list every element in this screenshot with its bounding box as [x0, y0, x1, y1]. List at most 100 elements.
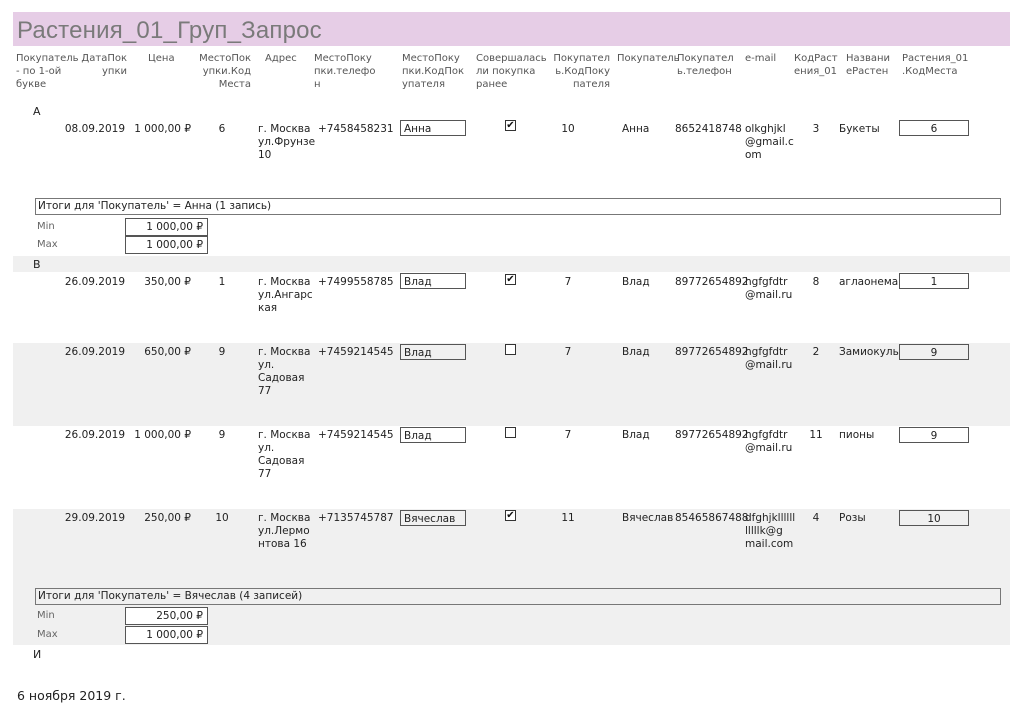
- price-cell: 350,00 ₽: [144, 276, 191, 288]
- group-letter-b: В: [33, 258, 41, 271]
- date-cell: 08.09.2019: [64, 123, 125, 135]
- min-value-box[interactable]: 250,00 ₽: [125, 607, 208, 625]
- group-band-b: [13, 256, 1010, 272]
- prev-purchase-checkbox[interactable]: ✔: [505, 510, 516, 521]
- header-group: Покупатель - по 1-ой букве: [16, 53, 79, 90]
- buyer-code-cell: 7: [564, 276, 572, 288]
- header-address: Адрес: [265, 53, 297, 64]
- min-value-box[interactable]: 1 000,00 ₽: [125, 218, 208, 236]
- header-plant-place: Растения_01 .КодМеста: [902, 53, 969, 77]
- plant-code-cell: 4: [812, 512, 820, 524]
- date-cell: 26.09.2019: [64, 346, 125, 358]
- header-buyer: Покупатель: [617, 53, 680, 64]
- buyer-cell: Анна: [622, 123, 650, 135]
- max-label: Max: [37, 629, 58, 640]
- buyer-cell: Влад: [622, 429, 650, 441]
- email-cell: hgfgfdtr @mail.ru: [745, 346, 793, 371]
- place-phone-cell: +7499558785: [318, 276, 394, 288]
- plant-code-cell: 8: [812, 276, 820, 288]
- price-cell: 1 000,00 ₽: [134, 429, 191, 441]
- min-label: Min: [37, 610, 55, 621]
- email-cell: hgfgfdtr @mail.ru: [745, 429, 793, 454]
- place-code-cell: 9: [218, 346, 226, 358]
- header-email: e-mail: [745, 53, 777, 64]
- buyer-phone-cell: 89772654892: [675, 429, 749, 441]
- price-cell: 1 000,00 ₽: [134, 123, 191, 135]
- place-buyer-field[interactable]: Вячеслав: [400, 510, 466, 526]
- email-cell: hgfgfdtr @mail.ru: [745, 276, 793, 301]
- prev-purchase-checkbox[interactable]: [505, 344, 516, 355]
- buyer-code-cell: 10: [561, 123, 575, 135]
- plant-name-cell: пионы: [839, 429, 875, 441]
- prev-purchase-checkbox[interactable]: ✔: [505, 274, 516, 285]
- plant-place-field[interactable]: 9: [899, 344, 969, 360]
- buyer-code-cell: 7: [564, 346, 572, 358]
- buyer-cell: Влад: [622, 276, 650, 288]
- date-cell: 26.09.2019: [64, 429, 125, 441]
- buyer-code-cell: 11: [561, 512, 575, 524]
- place-buyer-field[interactable]: Влад: [400, 273, 466, 289]
- group-letter-a: А: [33, 105, 41, 118]
- report-date: 6 ноября 2019 г.: [17, 688, 126, 703]
- header-price: Цена: [148, 53, 175, 64]
- plant-place-field[interactable]: 9: [899, 427, 969, 443]
- place-buyer-field[interactable]: Влад: [400, 344, 466, 360]
- buyer-phone-cell: 85465867488: [675, 512, 749, 524]
- report-header: Растения_01_Груп_Запрос: [13, 12, 1010, 46]
- email-cell: dfghjkllllll lllllk@g mail.com: [745, 512, 796, 550]
- header-place-phone: МестоПоку пки.телефо н: [314, 53, 376, 90]
- address-cell: г. Москва ул. Садовая 77: [258, 429, 311, 480]
- buyer-code-cell: 7: [564, 429, 572, 441]
- report-title: Растения_01_Груп_Запрос: [17, 17, 322, 44]
- header-prev-purchase: Совершалась ли покупка ранее: [476, 53, 547, 90]
- group-summary-b: Итоги для 'Покупатель' = Вячеслав (4 зап…: [35, 588, 1001, 605]
- max-label: Max: [37, 239, 58, 250]
- place-phone-cell: +7135745787: [318, 512, 394, 524]
- plant-name-cell: Замиокулькас: [839, 346, 901, 358]
- plant-name-cell: аглаонема: [839, 276, 899, 288]
- date-cell: 26.09.2019: [64, 276, 125, 288]
- address-cell: г. Москва ул. Садовая 77: [258, 346, 311, 397]
- plant-name-cell: Розы: [839, 512, 866, 524]
- address-cell: г. Москва ул.Ангарс кая: [258, 276, 313, 314]
- address-cell: г. Москва ул.Лермо нтова 16: [258, 512, 311, 550]
- place-code-cell: 6: [218, 123, 226, 135]
- plant-place-field[interactable]: 6: [899, 120, 969, 136]
- plant-name-cell: Букеты: [839, 123, 880, 135]
- header-place-code: МестоПок упки.Код Места: [199, 53, 251, 90]
- plant-code-cell: 3: [812, 123, 820, 135]
- plant-code-cell: 11: [809, 429, 823, 441]
- date-cell: 29.09.2019: [64, 512, 125, 524]
- buyer-cell: Влад: [622, 346, 650, 358]
- place-buyer-field[interactable]: Анна: [400, 120, 466, 136]
- header-date: ДатаПок упки: [81, 53, 127, 77]
- prev-purchase-checkbox[interactable]: ✔: [505, 120, 516, 131]
- place-buyer-field[interactable]: Влад: [400, 427, 466, 443]
- group-letter-i: И: [33, 648, 42, 661]
- group-summary-a: Итоги для 'Покупатель' = Анна (1 запись): [35, 198, 1001, 215]
- buyer-phone-cell: 8652418748: [675, 123, 742, 135]
- place-code-cell: 10: [215, 512, 229, 524]
- place-phone-cell: +7459214545: [318, 346, 394, 358]
- header-buyer-code: Покупател ь.КодПоку пателя: [553, 53, 610, 90]
- plant-place-field[interactable]: 10: [899, 510, 969, 526]
- header-place-buyer-code: МестоПоку пки.КодПок упателя: [402, 53, 465, 90]
- plant-place-field[interactable]: 1: [899, 273, 969, 289]
- max-value-box[interactable]: 1 000,00 ₽: [125, 626, 208, 644]
- address-cell: г. Москва ул.Фрунзе 10: [258, 123, 316, 161]
- prev-purchase-checkbox[interactable]: [505, 427, 516, 438]
- header-buyer-phone: Покупател ь.телефон: [677, 53, 734, 77]
- buyer-phone-cell: 89772654892: [675, 346, 749, 358]
- header-plant-name: Названи еРастен: [846, 53, 891, 77]
- max-value-box[interactable]: 1 000,00 ₽: [125, 236, 208, 254]
- price-cell: 650,00 ₽: [144, 346, 191, 358]
- place-phone-cell: +7459214545: [318, 429, 394, 441]
- email-cell: olkghjkl @gmail.c om: [745, 123, 794, 161]
- place-phone-cell: +7458458231: [318, 123, 394, 135]
- place-code-cell: 9: [218, 429, 226, 441]
- buyer-phone-cell: 89772654892: [675, 276, 749, 288]
- buyer-cell: Вячеслав: [622, 512, 674, 524]
- price-cell: 250,00 ₽: [144, 512, 191, 524]
- place-code-cell: 1: [218, 276, 226, 288]
- plant-code-cell: 2: [812, 346, 820, 358]
